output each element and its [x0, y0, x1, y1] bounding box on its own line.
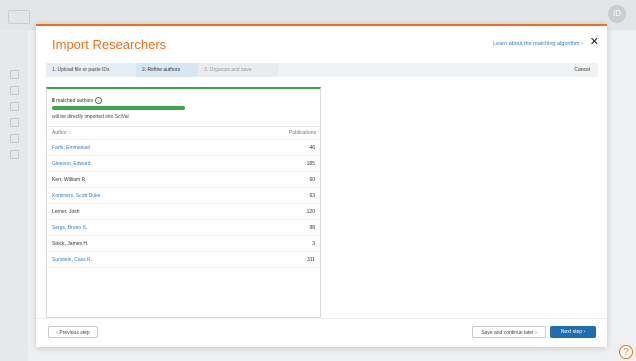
- table-row: Lerner, Josh 120: [47, 205, 320, 220]
- sidebar-trends-icon[interactable]: [10, 134, 19, 143]
- table-row: Sergs, Bruno S. 98: [47, 221, 320, 236]
- modal-title: Import Researchers: [52, 37, 167, 52]
- sidebar-home-icon[interactable]: [10, 70, 19, 79]
- previous-step-button[interactable]: ‹ Previous step: [48, 326, 98, 338]
- author-name: Stock, James H.: [52, 241, 89, 247]
- table-row: Gleeson, Edward 185: [47, 157, 320, 172]
- user-avatar[interactable]: ID: [608, 5, 626, 23]
- table-row: Farhi, Emmanuel 46: [47, 141, 320, 156]
- step-upload[interactable]: 1. Upload file or paste IDs: [46, 63, 136, 77]
- publications-column-header[interactable]: Publications: [289, 130, 316, 136]
- sidebar-collab-icon[interactable]: [10, 118, 19, 127]
- table-row: Kominers, Scott Duke 63: [47, 189, 320, 204]
- author-name: Kerr, William R.: [52, 177, 87, 183]
- author-name[interactable]: Sunstein, Cass R.: [52, 257, 92, 263]
- info-icon[interactable]: i: [95, 97, 103, 104]
- publication-count: 120: [306, 209, 315, 215]
- author-name[interactable]: Sergs, Bruno S.: [52, 225, 87, 231]
- step-refine-authors[interactable]: 2. Refine authors: [136, 63, 198, 77]
- matched-authors-label: 8 matched authors i: [52, 97, 103, 104]
- footer-divider: [36, 318, 607, 319]
- cancel-button[interactable]: Cancel: [574, 63, 590, 77]
- match-progress-fill: [52, 106, 185, 110]
- publication-count: 185: [306, 161, 315, 167]
- publication-count: 311: [307, 257, 315, 263]
- publication-count: 63: [309, 193, 315, 199]
- table-row: Stock, James H. 3: [47, 237, 320, 252]
- sidebar-overview-icon[interactable]: [10, 86, 19, 95]
- sort-ascending-icon[interactable]: ↑: [69, 130, 72, 136]
- header-divider: [47, 139, 320, 140]
- publication-count: 60: [309, 177, 315, 183]
- help-icon[interactable]: ?: [619, 345, 633, 359]
- publication-count: 46: [309, 145, 315, 151]
- author-name: Lerner, Josh: [52, 209, 80, 215]
- author-name[interactable]: Farhi, Emmanuel: [52, 145, 90, 151]
- close-icon[interactable]: ✕: [590, 35, 599, 48]
- author-column-header[interactable]: Author ↑: [52, 130, 71, 136]
- table-row: Kerr, William R. 60: [47, 173, 320, 188]
- author-name[interactable]: Gleeson, Edward: [52, 161, 90, 167]
- matched-authors-panel: 8 matched authors i will be directly impo…: [46, 87, 321, 318]
- sidebar-reporting-icon[interactable]: [10, 150, 19, 159]
- import-note: will be directly imported into SciVal: [52, 114, 129, 120]
- import-researchers-modal: Import Researchers Learn about the match…: [36, 24, 607, 347]
- app-sidebar: [0, 30, 28, 361]
- matched-text: matched authors: [54, 97, 94, 104]
- match-progress-bar: [52, 106, 185, 110]
- app-logo: [8, 10, 30, 24]
- author-column-label: Author: [52, 130, 67, 136]
- divider: [47, 126, 320, 127]
- sidebar-benchmark-icon[interactable]: [10, 102, 19, 111]
- save-continue-later-button[interactable]: Save and continue later ›: [472, 326, 546, 338]
- matching-algorithm-link[interactable]: Learn about the matching algorithm ›: [493, 41, 583, 47]
- step-organize-save: 3. Organize and save: [198, 63, 278, 77]
- author-name[interactable]: Kominers, Scott Duke: [52, 193, 100, 199]
- wizard-stepper: 1. Upload file or paste IDs 2. Refine au…: [46, 63, 598, 77]
- publication-count: 3: [312, 241, 315, 247]
- next-step-button[interactable]: Next step ›: [550, 326, 596, 338]
- table-row: Sunstein, Cass R. 311: [47, 253, 320, 268]
- publication-count: 98: [309, 225, 315, 231]
